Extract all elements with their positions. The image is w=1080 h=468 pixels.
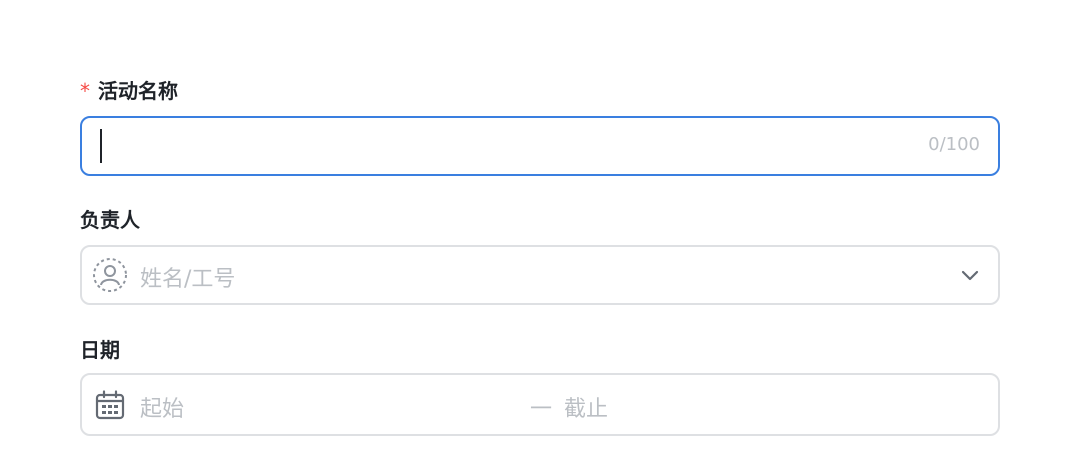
end-date-input[interactable]: 截止	[564, 391, 608, 423]
activity-name-field[interactable]: 0/100	[80, 116, 1000, 176]
activity-name-label-text: 活动名称	[98, 79, 178, 103]
date-range-picker[interactable]: 起始 一 截止	[80, 373, 1000, 436]
required-mark: *	[80, 79, 90, 103]
start-date-input[interactable]: 起始	[140, 391, 184, 423]
owner-placeholder: 姓名/工号	[140, 267, 236, 292]
activity-name-input[interactable]	[100, 118, 920, 174]
owner-select[interactable]: 姓名/工号	[80, 245, 1000, 305]
chevron-down-icon[interactable]	[958, 263, 982, 291]
user-avatar-icon	[92, 257, 128, 297]
activity-name-label: * 活动名称	[80, 77, 178, 105]
text-caret	[100, 129, 102, 163]
date-range-separator: 一	[530, 397, 553, 422]
calendar-icon	[94, 389, 126, 425]
character-counter: 0/100	[928, 134, 980, 155]
date-label: 日期	[80, 338, 120, 362]
owner-label: 负责人	[80, 208, 140, 232]
